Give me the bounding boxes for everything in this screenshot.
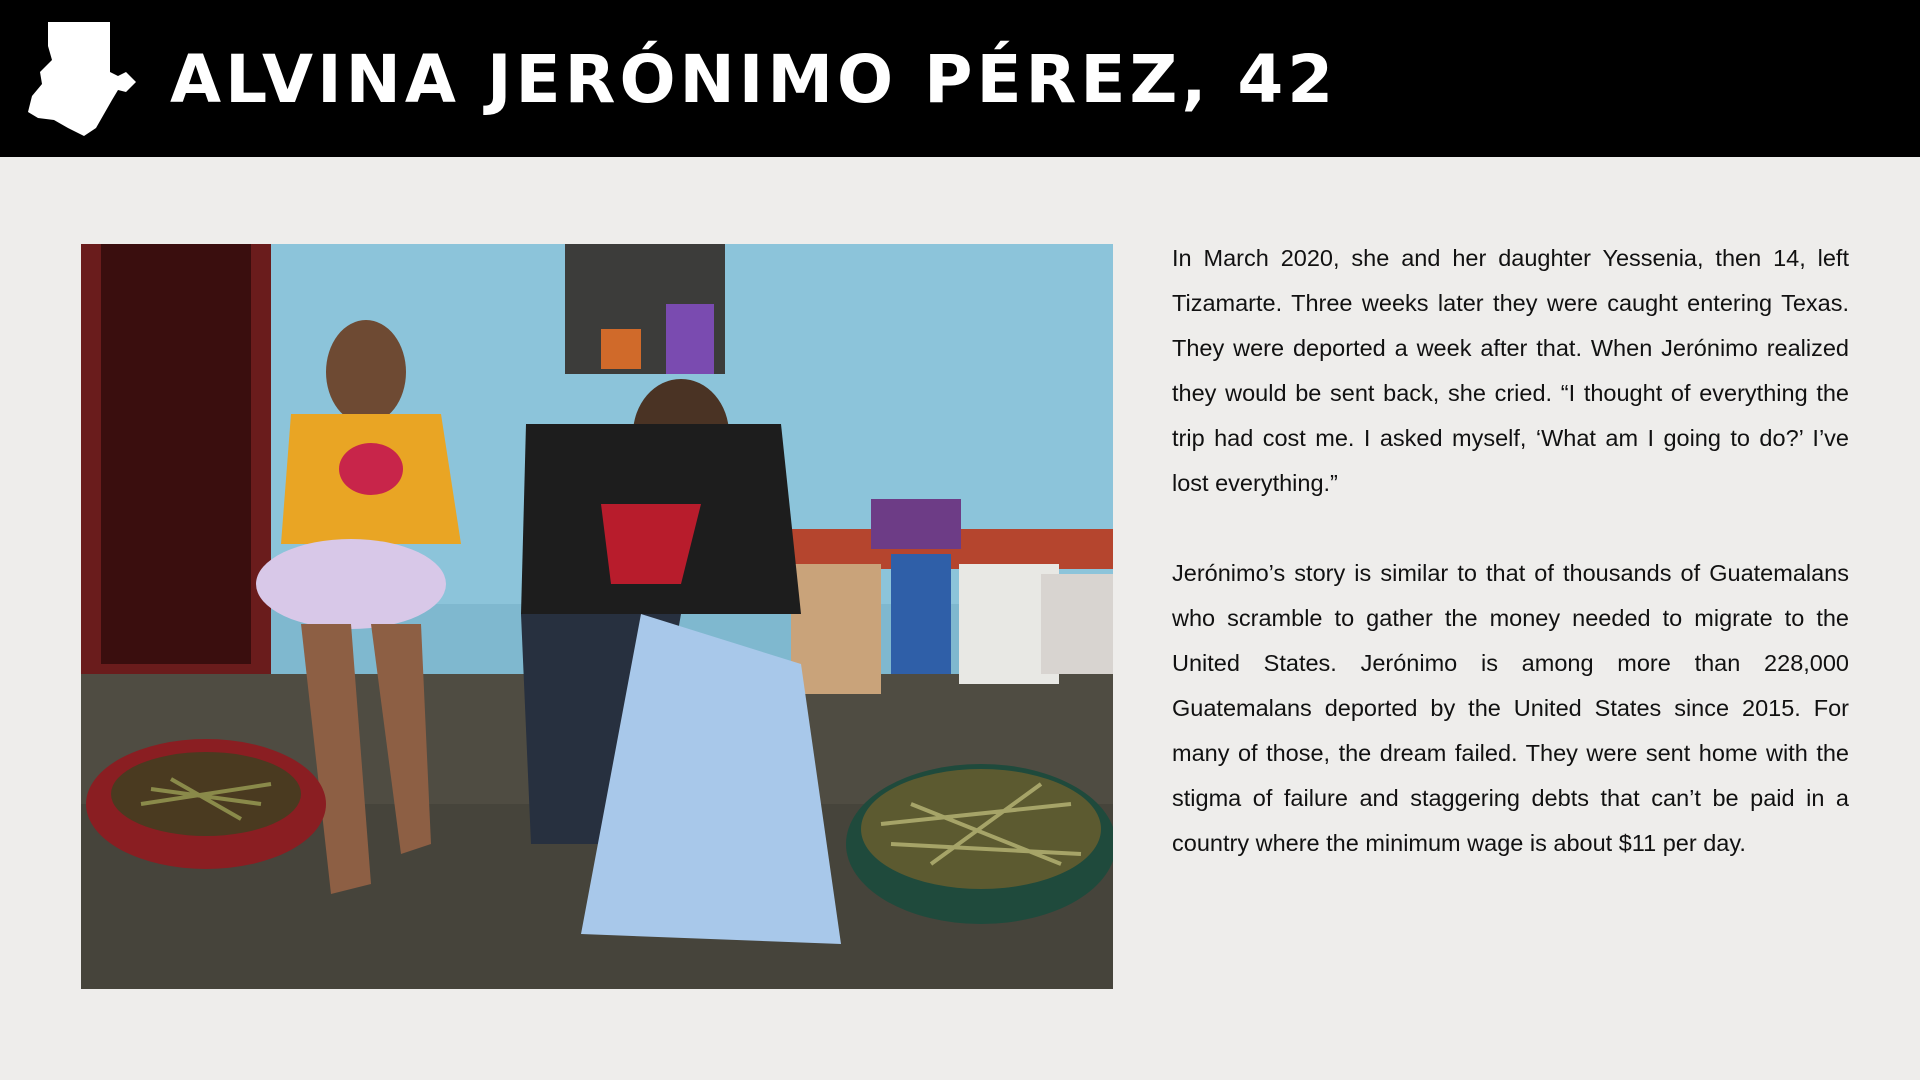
article-paragraph: In March 2020, she and her daughter Yess… — [1172, 245, 1849, 496]
page-title: ALVINA JERÓNIMO PÉREZ, 42 — [170, 41, 1338, 118]
article-paragraph: Jerónimo’s story is similar to that of t… — [1172, 560, 1849, 856]
article-text: In March 2020, she and her daughter Yess… — [1172, 236, 1849, 866]
header-bar: ALVINA JERÓNIMO PÉREZ, 42 — [0, 0, 1920, 157]
photo-image — [81, 244, 1113, 989]
guatemala-map-icon — [28, 22, 136, 136]
